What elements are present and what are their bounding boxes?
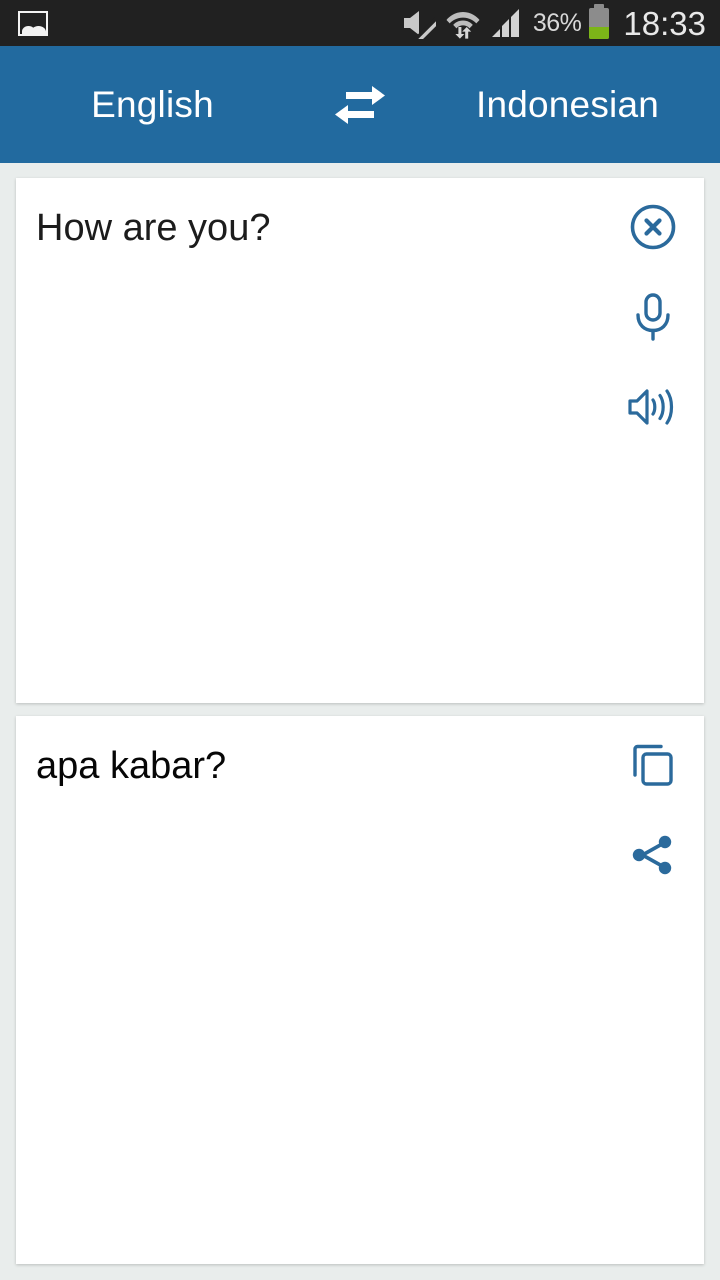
battery-percent-label: 36% — [532, 8, 582, 37]
wifi-transfer-icon — [445, 7, 481, 39]
target-card-actions — [620, 732, 686, 912]
swap-languages-button[interactable] — [305, 46, 415, 163]
language-bar: English Indonesian — [0, 46, 720, 163]
clear-button[interactable] — [620, 194, 686, 260]
source-text-card[interactable]: How are you? — [16, 178, 704, 703]
clear-circle-icon — [628, 202, 678, 252]
battery-icon — [589, 3, 610, 39]
source-language-button[interactable]: English — [0, 86, 305, 123]
share-button[interactable] — [620, 822, 686, 888]
volume-mute-icon — [400, 7, 436, 39]
cellular-signal-icon — [490, 7, 524, 39]
share-icon — [628, 830, 678, 880]
microphone-icon — [630, 291, 676, 343]
source-text[interactable]: How are you? — [36, 205, 270, 253]
status-bar-left — [18, 10, 48, 36]
app-root: 36% 18:33 English Indonesian How are you… — [0, 0, 720, 1280]
status-bar: 36% 18:33 — [0, 0, 720, 46]
voice-input-button[interactable] — [620, 284, 686, 350]
status-bar-clock: 18:33 — [623, 4, 706, 42]
copy-icon — [628, 740, 678, 790]
translated-text: apa kabar? — [36, 745, 227, 787]
gallery-icon — [18, 10, 48, 36]
target-text-card[interactable]: apa kabar? — [16, 716, 704, 1264]
swap-horizontal-icon — [332, 82, 388, 128]
target-language-button[interactable]: Indonesian — [415, 86, 720, 123]
copy-button[interactable] — [620, 732, 686, 798]
speak-button[interactable] — [620, 374, 686, 440]
source-card-actions — [620, 194, 686, 464]
status-bar-right: 36% 18:33 — [400, 3, 706, 42]
speaker-icon — [626, 384, 680, 430]
